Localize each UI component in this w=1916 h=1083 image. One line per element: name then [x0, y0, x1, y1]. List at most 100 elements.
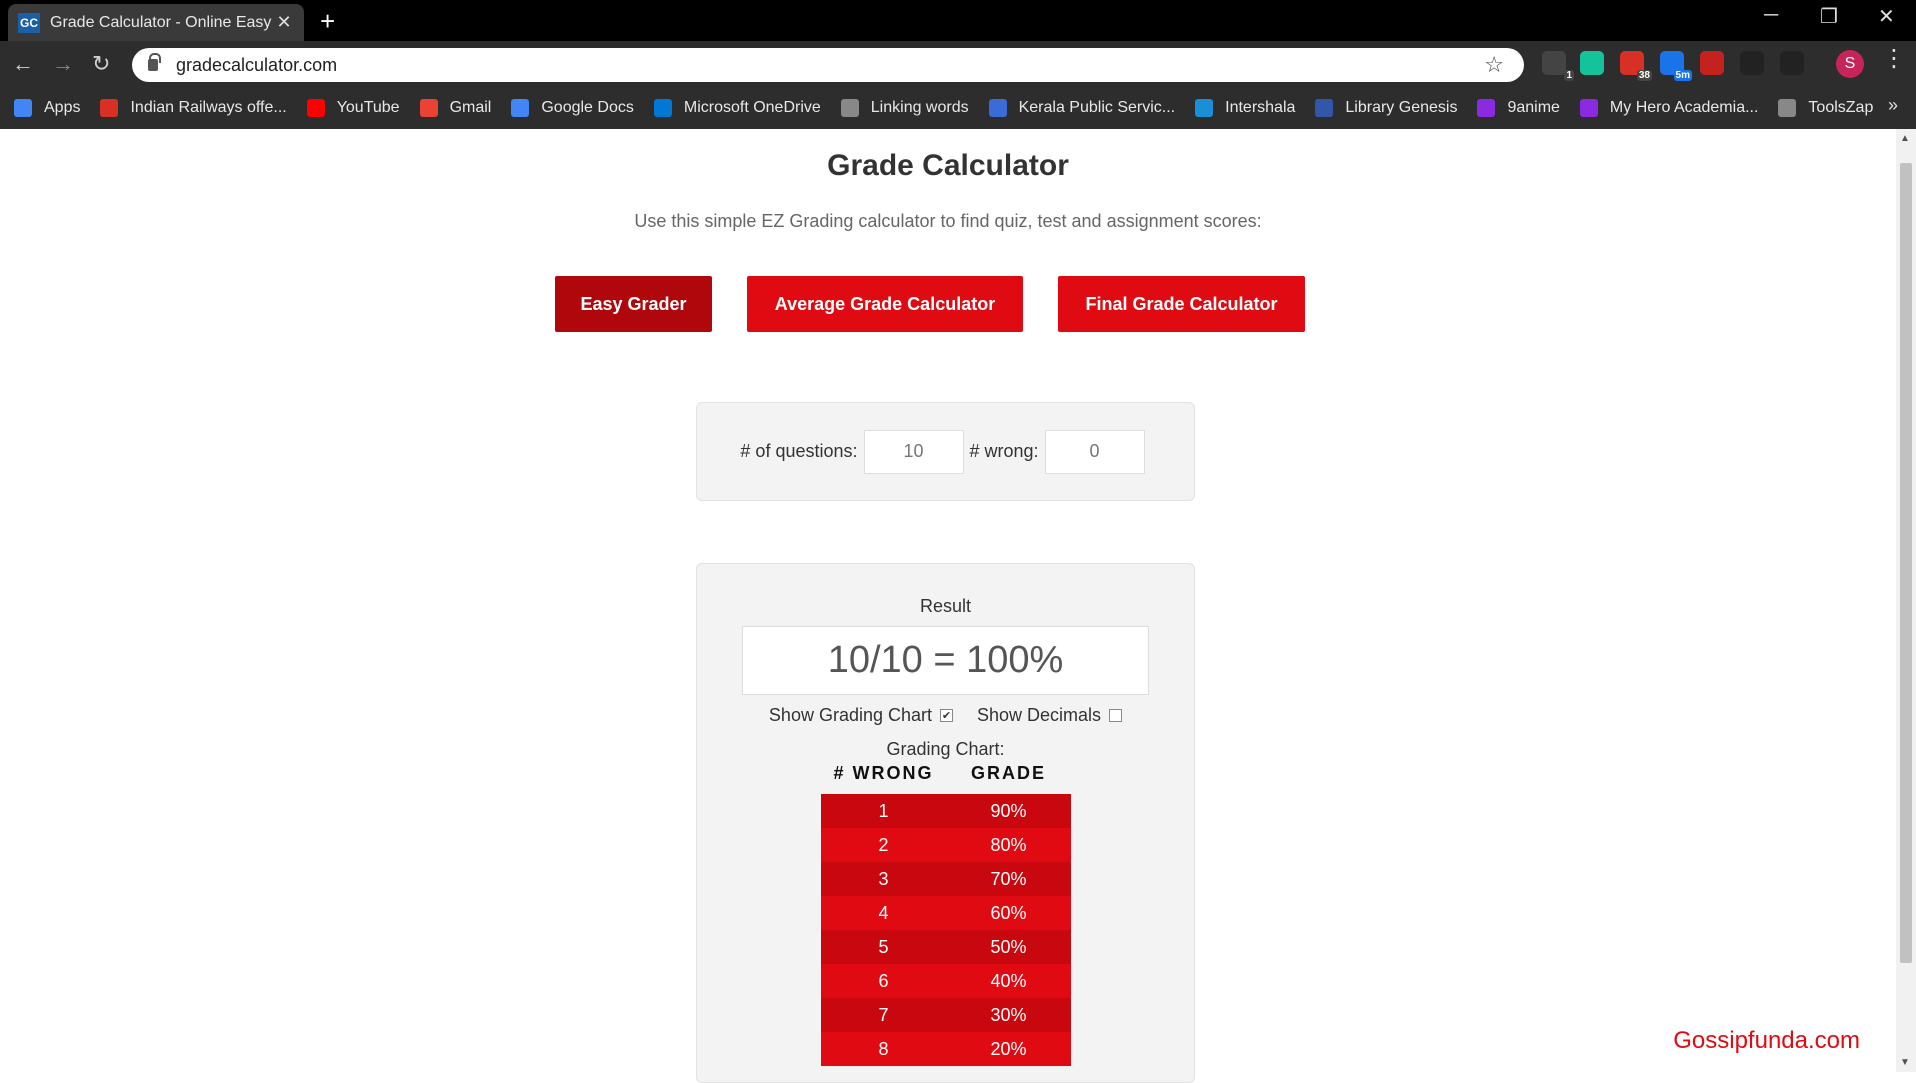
page-content: Grade Calculator Use this simple EZ Grad…: [0, 129, 1896, 1083]
apps-grid-icon: [14, 99, 32, 117]
final-grade-calculator-button[interactable]: Final Grade Calculator: [1058, 276, 1305, 332]
grading-grade-cell: 50%: [990, 936, 1027, 957]
bolt-alt-icon[interactable]: [1780, 51, 1804, 75]
bookmark-star-icon[interactable]: ☆: [1484, 52, 1504, 78]
grading-row: 2 80%: [821, 828, 1071, 862]
timer-icon[interactable]: 5m: [1660, 51, 1692, 81]
grading-row: 8 20%: [821, 1032, 1071, 1066]
back-icon[interactable]: ←: [12, 51, 34, 77]
scroll-up-icon[interactable]: ▲: [1900, 133, 1910, 144]
page-scrollbar[interactable]: ▲ ▼: [1896, 129, 1916, 1072]
bookmark-label: Kerala Public Servic...: [1018, 99, 1176, 116]
restore-button[interactable]: ❐: [1820, 4, 1838, 29]
lock-icon: [148, 53, 161, 71]
show-decimals-checkbox[interactable]: [1109, 709, 1123, 722]
close-window-button[interactable]: ✕: [1878, 4, 1895, 29]
bookmark-item[interactable]: Google Docs: [511, 99, 634, 117]
extension-badge: 5m: [1673, 70, 1692, 81]
bookmark-label: Google Docs: [541, 99, 634, 116]
grading-wrong-cell: 7: [878, 1004, 889, 1025]
bookmark-item[interactable]: Indian Railways offe...: [100, 99, 287, 117]
bookmark-label: Microsoft OneDrive: [683, 99, 821, 116]
gmail-icon: [419, 99, 438, 117]
grading-grade-cell: 60%: [990, 902, 1027, 923]
forward-icon[interactable]: →: [52, 51, 74, 77]
docs-icon: [511, 99, 530, 117]
extension-badge: 38: [1636, 70, 1652, 81]
new-tab-button[interactable]: +: [320, 6, 335, 37]
wrong-input[interactable]: [1044, 429, 1145, 474]
tab-close-icon[interactable]: ✕: [274, 12, 294, 33]
address-bar[interactable]: gradecalculator.com ☆: [132, 48, 1524, 82]
minimize-button[interactable]: ─: [1764, 4, 1778, 27]
bookmark-item[interactable]: YouTube: [306, 99, 400, 117]
grading-grade-cell: 80%: [990, 834, 1027, 855]
bookmark-item[interactable]: Gmail: [419, 99, 492, 117]
result-panel: Result 10/10 = 100% Show Grading Chart ✔…: [696, 563, 1195, 1083]
bookmark-label: My Hero Academia...: [1609, 99, 1759, 116]
bookmark-item[interactable]: ToolsZap: [1778, 99, 1873, 117]
notification-icon[interactable]: 38: [1620, 51, 1652, 81]
grading-wrong-cell: 1: [878, 800, 889, 821]
grading-wrong-cell: 5: [878, 936, 889, 957]
bookmark-label: 9anime: [1507, 99, 1560, 116]
wrong-label: # wrong:: [969, 441, 1039, 461]
grading-grade-cell: 20%: [990, 1038, 1027, 1059]
play-icon: [1579, 99, 1598, 117]
average-grade-calculator-button[interactable]: Average Grade Calculator: [747, 276, 1023, 332]
play-icon: [1477, 99, 1496, 117]
scroll-thumb[interactable]: [1900, 163, 1912, 963]
show-grading-chart-checkbox[interactable]: ✔: [940, 709, 954, 722]
reload-icon[interactable]: ↻: [92, 51, 110, 77]
grading-wrong-cell: 4: [878, 902, 889, 923]
browser-tab[interactable]: GC Grade Calculator - Online Easy Gr ✕: [8, 4, 304, 41]
grading-grade-cell: 30%: [990, 1004, 1027, 1025]
bookmark-item[interactable]: Intershala: [1195, 99, 1295, 117]
bookmark-label: ToolsZap: [1808, 99, 1874, 116]
bookmarks-overflow-icon[interactable]: »: [1888, 95, 1898, 116]
bolt-icon[interactable]: [1740, 51, 1764, 75]
grading-row: 1 90%: [821, 794, 1071, 828]
page-title: Grade Calculator: [827, 149, 1069, 182]
grammarly-icon[interactable]: [1580, 51, 1604, 75]
grading-row: 4 60%: [821, 896, 1071, 930]
bookmark-label: Gmail: [449, 99, 492, 116]
watermark: Gossipfunda.com: [1673, 1027, 1860, 1054]
show-grading-chart-label: Show Grading Chart: [768, 705, 933, 725]
profile-avatar[interactable]: S: [1836, 50, 1864, 78]
bookmark-item[interactable]: Library Genesis: [1315, 99, 1457, 117]
mail-checker-icon[interactable]: 1: [1542, 51, 1574, 81]
scroll-down-icon[interactable]: ▼: [1900, 1057, 1910, 1068]
grading-grade-cell: 40%: [990, 970, 1027, 991]
youtube-icon: [306, 99, 325, 117]
questions-label: # of questions:: [740, 441, 858, 461]
grading-wrong-cell: 2: [878, 834, 889, 855]
browser-titlebar: GC Grade Calculator - Online Easy Gr ✕ +…: [0, 0, 1916, 41]
browser-toolbar: ← → ↻ gradecalculator.com ☆ 1 38 5m S ⋮: [0, 41, 1916, 87]
bookmark-item[interactable]: Linking words: [840, 99, 969, 117]
options-row: Show Grading Chart ✔ Show Decimals: [697, 705, 1194, 726]
grading-wrong-cell: 6: [878, 970, 889, 991]
bookmark-label: Library Genesis: [1345, 99, 1458, 116]
bookmark-item[interactable]: Kerala Public Servic...: [988, 99, 1176, 117]
grading-row: 7 30%: [821, 998, 1071, 1032]
globe-icon: [1778, 99, 1797, 117]
bookmark-label: Intershala: [1225, 99, 1296, 116]
url-text: gradecalculator.com: [176, 54, 338, 75]
questions-input[interactable]: [863, 429, 964, 474]
grading-wrong-cell: 3: [878, 868, 889, 889]
bookmark-item[interactable]: Microsoft OneDrive: [653, 99, 821, 117]
bookmark-item[interactable]: 9anime: [1477, 99, 1560, 117]
bookmark-item[interactable]: My Hero Academia...: [1579, 99, 1759, 117]
site-favicon-icon: GC: [18, 12, 40, 33]
grading-chart-title: Grading Chart:: [886, 739, 1005, 759]
grading-grade-cell: 70%: [990, 868, 1027, 889]
pdf-icon[interactable]: [1700, 51, 1724, 75]
browser-menu-icon[interactable]: ⋮: [1882, 47, 1906, 71]
bookmark-label: Linking words: [870, 99, 969, 116]
bookmark-label: Apps: [44, 99, 81, 116]
input-panel: # of questions: # wrong:: [696, 402, 1195, 501]
easy-grader-button[interactable]: Easy Grader: [555, 276, 712, 332]
bookmark-item[interactable]: Apps: [14, 99, 80, 117]
bookmark-label: Indian Railways offe...: [130, 99, 287, 116]
